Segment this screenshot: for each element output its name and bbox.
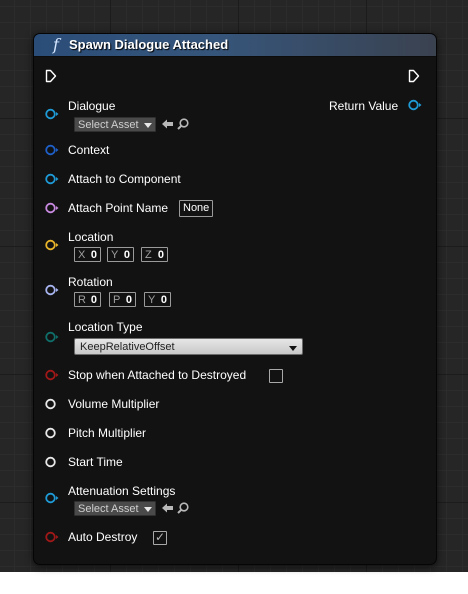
location-y-value: 0 (123, 249, 130, 261)
x-axis-label: X (78, 249, 86, 261)
return-value-pin-icon[interactable] (408, 99, 422, 111)
rotation-label: Rotation (68, 275, 113, 289)
rotation-y-value: 0 (160, 294, 167, 306)
rotation-pin-icon[interactable] (45, 284, 59, 296)
y-axis-label: Y (148, 294, 156, 306)
volume-multiplier-label: Volume Multiplier (68, 397, 160, 411)
return-value-label: Return Value (329, 99, 399, 113)
function-icon: f (53, 35, 59, 54)
r-axis-label: R (78, 294, 86, 306)
p-axis-label: P (113, 294, 121, 306)
attenuation-settings-pin-icon[interactable] (45, 492, 59, 504)
pitch-multiplier-label: Pitch Multiplier (68, 426, 147, 440)
auto-destroy-pin-icon[interactable] (45, 531, 59, 543)
dialogue-asset-value: Select Asset (78, 119, 139, 131)
attenuation-settings-label: Attenuation Settings (68, 484, 176, 498)
exec-output-pin-icon[interactable] (408, 69, 420, 83)
location-y-field[interactable]: Y 0 (107, 247, 134, 262)
rotation-r-field[interactable]: R 0 (74, 292, 101, 307)
start-time-pin-icon[interactable] (45, 456, 59, 468)
dialogue-pin-icon[interactable] (45, 108, 59, 120)
arrow-left-icon[interactable] (161, 501, 175, 515)
exec-input-pin-icon[interactable] (45, 69, 57, 83)
attenuation-asset-value: Select Asset (78, 503, 139, 515)
attach-to-component-label: Attach to Component (68, 172, 181, 186)
stop-when-destroyed-pin-icon[interactable] (45, 369, 59, 381)
chevron-down-icon (144, 123, 152, 128)
check-icon: ✓ (155, 530, 166, 544)
location-x-field[interactable]: X 0 (74, 247, 101, 262)
node-header[interactable]: f Spawn Dialogue Attached (34, 34, 436, 57)
location-type-label: Location Type (68, 320, 143, 334)
auto-destroy-checkbox[interactable]: ✓ (153, 530, 167, 545)
arrow-left-icon[interactable] (161, 117, 175, 131)
attach-point-name-pin-icon[interactable] (45, 202, 59, 214)
location-type-value: KeepRelativeOffset (80, 341, 175, 353)
rotation-p-value: 0 (125, 294, 132, 306)
node-title: Spawn Dialogue Attached (69, 37, 229, 52)
magnifier-icon[interactable] (176, 117, 190, 131)
attach-to-component-pin-icon[interactable] (45, 173, 59, 185)
location-type-pin-icon[interactable] (45, 331, 59, 343)
attach-point-name-label: Attach Point Name (68, 201, 169, 215)
context-label: Context (68, 143, 110, 157)
location-type-dropdown[interactable]: KeepRelativeOffset (74, 338, 303, 355)
rotation-r-value: 0 (90, 294, 97, 306)
dialogue-asset-select[interactable]: Select Asset (74, 117, 156, 132)
auto-destroy-label: Auto Destroy (68, 530, 138, 544)
dialogue-label: Dialogue (68, 99, 116, 113)
volume-multiplier-pin-icon[interactable] (45, 398, 59, 410)
spawn-dialogue-attached-node[interactable]: f Spawn Dialogue Attached Dialogue Selec… (33, 33, 437, 565)
attach-point-name-field[interactable]: None (179, 200, 214, 217)
location-pin-icon[interactable] (45, 239, 59, 251)
location-label: Location (68, 230, 114, 244)
magnifier-icon[interactable] (176, 501, 190, 515)
location-z-field[interactable]: Z 0 (141, 247, 168, 262)
location-x-value: 0 (90, 249, 97, 261)
y-axis-label: Y (111, 249, 119, 261)
pitch-multiplier-pin-icon[interactable] (45, 427, 59, 439)
stop-when-destroyed-label: Stop when Attached to Destroyed (68, 368, 247, 382)
location-z-value: 0 (157, 249, 164, 261)
attenuation-asset-select[interactable]: Select Asset (74, 501, 156, 516)
chevron-down-icon (144, 507, 152, 512)
start-time-label: Start Time (68, 455, 123, 469)
stop-when-destroyed-checkbox[interactable] (269, 369, 283, 383)
context-pin-icon[interactable] (45, 144, 59, 156)
rotation-p-field[interactable]: P 0 (109, 292, 136, 307)
chevron-down-icon (289, 346, 297, 351)
z-axis-label: Z (145, 249, 152, 261)
rotation-y-field[interactable]: Y 0 (144, 292, 171, 307)
